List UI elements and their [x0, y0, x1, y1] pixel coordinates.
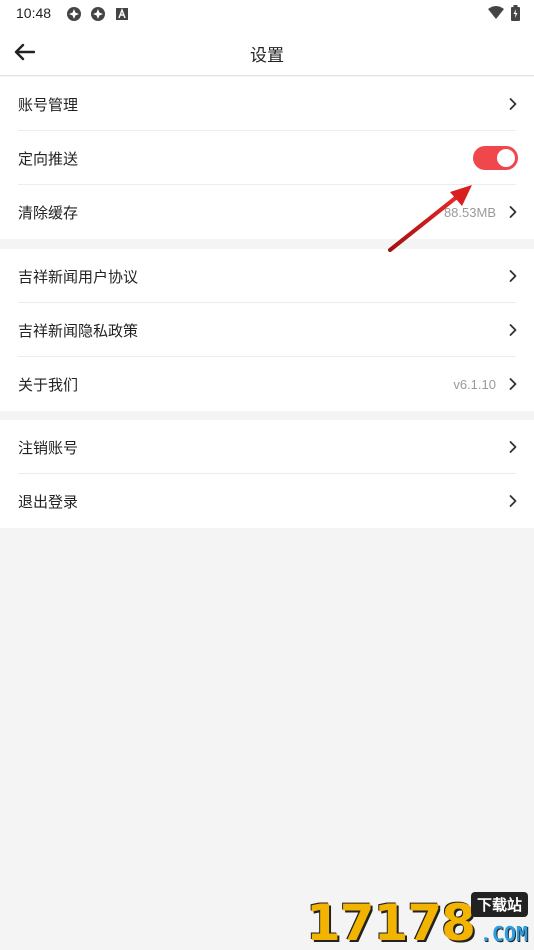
app-notification-icon [67, 7, 81, 21]
version-value: v6.1.10 [453, 376, 496, 392]
page-title: 设置 [250, 46, 284, 66]
targeted-push-toggle[interactable] [473, 146, 518, 170]
watermark-badge: 下载站 [470, 892, 528, 917]
account-management-row[interactable]: 账号管理 [0, 77, 534, 131]
logout-row[interactable]: 退出登录 [0, 474, 534, 528]
chevron-right-icon [509, 206, 517, 218]
top-app-bar: 设置 [0, 28, 534, 76]
toggle-knob [497, 149, 515, 167]
chevron-right-icon [509, 324, 517, 336]
row-label: 吉祥新闻用户协议 [18, 267, 139, 286]
row-label: 注销账号 [18, 438, 79, 457]
font-a-icon [116, 8, 128, 20]
privacy-policy-row[interactable]: 吉祥新闻隐私政策 [0, 303, 534, 357]
row-label: 账号管理 [18, 95, 79, 114]
targeted-push-row: 定向推送 [0, 131, 534, 185]
app-notification-icon [91, 7, 105, 21]
status-system-icons [487, 5, 520, 21]
settings-group-session: 注销账号 退出登录 [0, 420, 534, 528]
chevron-right-icon [509, 98, 517, 110]
settings-group-account: 账号管理 定向推送 清除缓存 88.53MB [0, 77, 534, 239]
deactivate-account-row[interactable]: 注销账号 [0, 420, 534, 474]
chevron-right-icon [509, 441, 517, 453]
row-label: 定向推送 [18, 149, 79, 168]
wifi-icon [488, 6, 504, 19]
row-label: 退出登录 [18, 492, 79, 511]
watermark-logo: 17178 下载站 .COM [306, 888, 534, 950]
row-label: 关于我们 [18, 375, 79, 394]
clear-cache-row[interactable]: 清除缓存 88.53MB [0, 185, 534, 239]
battery-icon [511, 5, 520, 21]
cache-size-value: 88.53MB [443, 204, 496, 220]
watermark-domain: .COM [479, 922, 528, 946]
status-notification-icons [66, 6, 130, 22]
status-time: 10:48 [16, 5, 52, 21]
row-label: 吉祥新闻隐私政策 [18, 321, 139, 340]
status-bar: 10:48 [0, 0, 534, 28]
user-agreement-row[interactable]: 吉祥新闻用户协议 [0, 249, 534, 303]
about-us-row[interactable]: 关于我们 v6.1.10 [0, 357, 534, 411]
chevron-right-icon [509, 270, 517, 282]
settings-group-about: 吉祥新闻用户协议 吉祥新闻隐私政策 关于我们 v6.1.10 [0, 249, 534, 411]
chevron-right-icon [509, 495, 517, 507]
row-label: 清除缓存 [18, 203, 79, 222]
chevron-right-icon [509, 378, 517, 390]
watermark-digits: 17178 [306, 894, 476, 950]
